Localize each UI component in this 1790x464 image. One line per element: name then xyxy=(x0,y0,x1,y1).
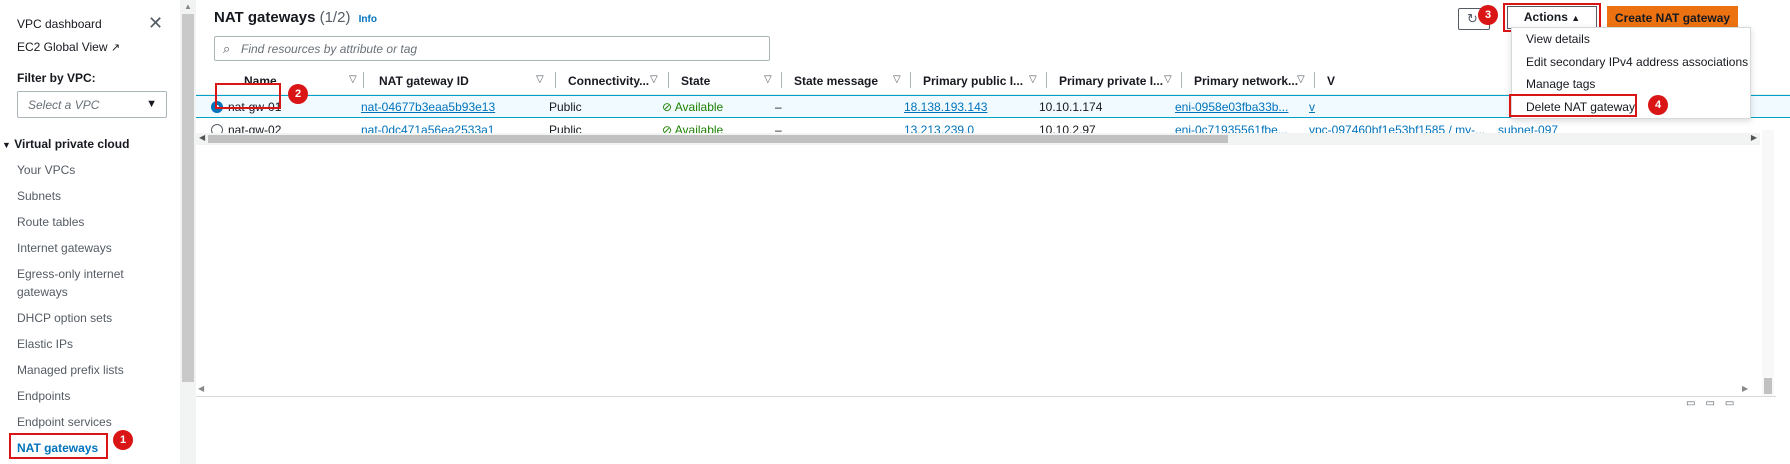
sort-icon[interactable]: ▽ xyxy=(349,74,357,85)
menu-item-view-details[interactable]: View details xyxy=(1526,32,1590,46)
section-label: Virtual private cloud xyxy=(14,137,130,151)
menu-item-edit-secondary-ipv4[interactable]: Edit secondary IPv4 address associations xyxy=(1526,55,1748,69)
vpc-filter-placeholder: Select a VPC xyxy=(28,98,100,112)
refresh-icon: ↻ xyxy=(1467,11,1478,26)
step-badge-4: 4 xyxy=(1648,95,1668,115)
column-header-primary-network[interactable]: Primary network... xyxy=(1194,74,1298,88)
sidebar-item-egress-only[interactable]: Egress-only internet xyxy=(17,265,124,283)
vertical-scrollbar[interactable] xyxy=(1762,130,1774,396)
sort-icon[interactable]: ▽ xyxy=(764,74,772,85)
sidebar-item-your-vpcs[interactable]: Your VPCs xyxy=(17,161,75,179)
sidebar-item-subnets[interactable]: Subnets xyxy=(17,187,61,205)
sidebar-item-endpoints[interactable]: Endpoints xyxy=(17,387,70,405)
cell-connectivity: Public xyxy=(549,100,582,114)
column-divider[interactable] xyxy=(910,72,911,88)
menu-item-manage-tags[interactable]: Manage tags xyxy=(1526,77,1595,91)
cell-vpc[interactable]: v xyxy=(1309,100,1315,114)
highlight-box xyxy=(9,433,108,459)
navigation-sidebar: VPC dashboard ✕ EC2 Global View ↗ Filter… xyxy=(0,0,180,464)
highlight-box xyxy=(1509,94,1637,117)
column-divider[interactable] xyxy=(1046,72,1047,88)
column-divider[interactable] xyxy=(668,72,669,88)
vpc-filter-select[interactable]: Select a VPC ▼ xyxy=(17,91,167,118)
filter-by-vpc-label: Filter by VPC: xyxy=(17,71,96,85)
sort-icon[interactable]: ▽ xyxy=(536,74,544,85)
ec2-global-view-label: EC2 Global View xyxy=(17,40,108,54)
cell-network-interface[interactable]: eni-0958e03fba33b... xyxy=(1175,100,1288,114)
scrollbar-thumb[interactable] xyxy=(182,14,194,382)
caret-down-icon: ▼ xyxy=(2,140,11,150)
column-header-primary-public-ip[interactable]: Primary public I... xyxy=(923,74,1023,88)
sidebar-item-elastic-ips[interactable]: Elastic IPs xyxy=(17,335,73,353)
scroll-right-icon[interactable]: ▶ xyxy=(1751,133,1757,142)
search-icon: ⌕ xyxy=(223,41,231,56)
cell-public-ip[interactable]: 18.138.193.143 xyxy=(904,100,987,114)
sidebar-item-route-tables[interactable]: Route tables xyxy=(17,213,84,231)
selection-count: (1/2) xyxy=(319,9,351,26)
cell-private-ip: 10.10.1.174 xyxy=(1039,100,1103,114)
sidebar-item-dhcp-option-sets[interactable]: DHCP option sets xyxy=(17,309,112,327)
step-badge-3: 3 xyxy=(1478,5,1498,25)
vpc-dashboard-link[interactable]: VPC dashboard xyxy=(17,17,102,31)
page-title: NAT gateways (1/2) Info xyxy=(214,9,377,26)
bottom-scrollbar[interactable]: ◀ ▶ xyxy=(196,384,1790,396)
footer-controls[interactable]: ▭▭▭ xyxy=(1686,398,1744,409)
column-divider[interactable] xyxy=(363,72,364,88)
step-badge-2: 2 xyxy=(288,84,308,104)
scrollbar-thumb[interactable] xyxy=(208,135,1228,143)
sidebar-item-internet-gateways[interactable]: Internet gateways xyxy=(17,239,112,257)
sidebar-item-endpoint-services[interactable]: Endpoint services xyxy=(17,413,112,431)
sort-icon[interactable]: ▽ xyxy=(1164,74,1172,85)
cell-state-label: Available xyxy=(674,100,724,114)
column-divider[interactable] xyxy=(781,72,782,88)
expand-icon[interactable]: ▭ xyxy=(1725,398,1744,409)
column-header-connectivity[interactable]: Connectivity... xyxy=(568,74,649,88)
sort-icon[interactable]: ▽ xyxy=(650,74,658,85)
step-badge-1: 1 xyxy=(113,430,133,450)
divider xyxy=(196,396,1776,397)
external-link-icon: ↗ xyxy=(110,42,121,54)
column-divider[interactable] xyxy=(1314,72,1315,88)
horizontal-scrollbar[interactable]: ◀ ▶ xyxy=(196,133,1760,145)
create-nat-gateway-button[interactable]: Create NAT gateway xyxy=(1607,6,1738,29)
cell-state-message: – xyxy=(775,100,782,114)
caret-down-icon: ▼ xyxy=(146,98,157,110)
cell-nat-gateway-id[interactable]: nat-04677b3eaa5b93e13 xyxy=(361,100,495,114)
ec2-global-view-link[interactable]: EC2 Global View ↗ xyxy=(17,40,120,54)
close-icon[interactable]: ✕ xyxy=(148,14,163,32)
collapse-icon[interactable]: ▭ xyxy=(1686,398,1705,409)
search-input[interactable] xyxy=(241,40,761,57)
scroll-left-icon[interactable]: ◀ xyxy=(198,384,204,393)
scroll-left-icon[interactable]: ◀ xyxy=(199,133,205,142)
page-title-text: NAT gateways xyxy=(214,9,316,26)
sidebar-item-egress-only-cont[interactable]: gateways xyxy=(17,283,68,301)
scroll-up-icon[interactable]: ▲ xyxy=(184,2,192,11)
cell-state: ⊘ Available xyxy=(662,100,723,114)
sort-icon[interactable]: ▽ xyxy=(893,74,901,85)
column-divider[interactable] xyxy=(1181,72,1182,88)
search-field[interactable]: ⌕ xyxy=(214,36,770,61)
scroll-right-icon[interactable]: ▶ xyxy=(1742,384,1748,393)
info-link[interactable]: Info xyxy=(359,14,377,25)
sidebar-item-managed-prefix-lists[interactable]: Managed prefix lists xyxy=(17,361,124,379)
column-divider[interactable] xyxy=(555,72,556,88)
status-available-icon: ⊘ xyxy=(662,100,673,114)
split-icon[interactable]: ▭ xyxy=(1705,398,1724,409)
sort-icon[interactable]: ▽ xyxy=(1029,74,1037,85)
column-header-state-message[interactable]: State message xyxy=(794,74,878,88)
column-header-state[interactable]: State xyxy=(681,74,710,88)
sort-icon[interactable]: ▽ xyxy=(1297,74,1305,85)
column-header-nat-gateway-id[interactable]: NAT gateway ID xyxy=(379,74,469,88)
highlight-box xyxy=(215,83,281,109)
sidebar-scrollbar[interactable]: ▲ xyxy=(180,0,196,464)
column-header-vpc[interactable]: V xyxy=(1327,74,1335,88)
column-header-primary-private-ip[interactable]: Primary private I... xyxy=(1059,74,1163,88)
main-content: NAT gateways (1/2) Info ⌕ ↻ 3 Actions ▲ … xyxy=(196,0,1790,464)
section-virtual-private-cloud[interactable]: ▼ Virtual private cloud xyxy=(2,137,129,151)
